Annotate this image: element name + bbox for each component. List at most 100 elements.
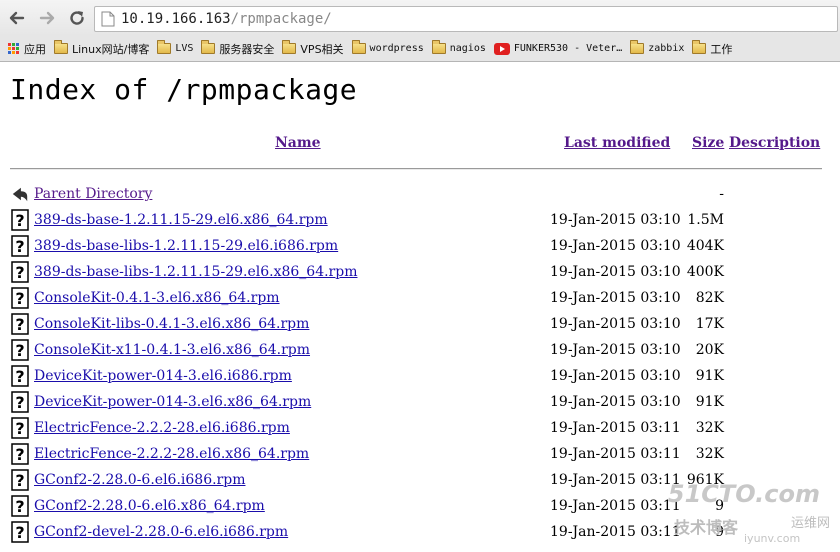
column-header-last-modified[interactable]: Last modified: [564, 135, 670, 151]
file-modified: 19-Jan-2015 03:11: [550, 472, 681, 488]
forward-button[interactable]: [34, 5, 60, 31]
file-size: 1.5M: [687, 212, 724, 228]
forward-arrow-icon: [39, 11, 55, 25]
file-modified: 19-Jan-2015 03:11: [550, 420, 681, 436]
back-button[interactable]: [4, 5, 30, 31]
bookmark-funker530[interactable]: FUNKER530 - Veter…: [493, 38, 622, 60]
file-link[interactable]: GConf2-2.28.0-6.el6.x86_64.rpm: [34, 498, 265, 514]
folder-icon: [157, 40, 172, 54]
bookmark-lvs[interactable]: LVS: [157, 38, 193, 60]
unknown-file-icon: ?: [11, 443, 29, 465]
watermark-sub: 技术博客: [674, 518, 739, 537]
folder-icon: [201, 40, 216, 54]
folder-icon: [351, 40, 366, 54]
youtube-icon: [493, 42, 510, 55]
watermark: 51CTO.com 技术博客 运维网 iyunv.com: [668, 476, 834, 546]
column-header-name[interactable]: Name: [275, 135, 321, 151]
file-modified: 19-Jan-2015 03:11: [550, 446, 681, 462]
file-size: 91K: [695, 394, 724, 410]
svg-text:?: ?: [15, 315, 24, 334]
table-row: ? ConsoleKit-0.4.1-3.el6.x86_64.rpm 19-Jan…: [0, 287, 840, 311]
apps-icon: [8, 42, 20, 55]
svg-text:?: ?: [15, 393, 24, 412]
bookmark-label: zabbix: [648, 43, 685, 54]
unknown-file-icon: ?: [11, 287, 29, 309]
file-link[interactable]: ElectricFence-2.2.2-28.el6.i686.rpm: [34, 420, 290, 436]
file-modified: 19-Jan-2015 03:10: [550, 290, 681, 306]
file-link[interactable]: 389-ds-base-libs-1.2.11.15-29.el6.i686.r…: [34, 238, 338, 254]
file-modified: 19-Jan-2015 03:10: [550, 238, 681, 254]
file-link[interactable]: GConf2-devel-2.28.0-6.el6.i686.rpm: [34, 524, 288, 540]
file-link[interactable]: GConf2-2.28.0-6.el6.i686.rpm: [34, 472, 245, 488]
bookmark-work[interactable]: 工作: [692, 38, 732, 60]
address-bar[interactable]: 10.19.166.163/rpmpackage/: [94, 6, 838, 32]
url-host: 10.19.166.163: [121, 11, 231, 27]
file-modified: 19-Jan-2015 03:11: [550, 498, 681, 514]
file-size: 91K: [695, 368, 724, 384]
bookmark-linux[interactable]: Linux网站/博客: [54, 38, 149, 60]
file-link[interactable]: 389-ds-base-libs-1.2.11.15-29.el6.x86_64…: [34, 264, 357, 280]
file-link[interactable]: ElectricFence-2.2.2-28.el6.x86_64.rpm: [34, 446, 309, 462]
back-folder-icon: [12, 187, 28, 202]
folder-icon: [54, 40, 68, 54]
folder-icon: [630, 40, 645, 54]
column-header-description[interactable]: Description: [729, 135, 820, 151]
file-link[interactable]: ConsoleKit-libs-0.4.1-3.el6.x86_64.rpm: [34, 316, 309, 332]
back-arrow-icon: [9, 11, 25, 25]
svg-text:?: ?: [15, 367, 24, 386]
file-link[interactable]: ConsoleKit-0.4.1-3.el6.x86_64.rpm: [34, 290, 280, 306]
reload-button[interactable]: [64, 5, 90, 31]
bookmark-server-security[interactable]: 服务器安全: [201, 38, 274, 60]
bookmark-label: wordpress: [369, 43, 424, 54]
file-link[interactable]: 389-ds-base-1.2.11.15-29.el6.x86_64.rpm: [34, 212, 328, 228]
bookmark-nagios[interactable]: nagios: [431, 38, 486, 60]
unknown-file-icon: ?: [11, 469, 29, 491]
column-header-size[interactable]: Size: [692, 135, 724, 151]
page-icon: [101, 11, 115, 27]
file-link[interactable]: DeviceKit-power-014-3.el6.i686.rpm: [34, 368, 292, 384]
parent-directory-link[interactable]: Parent Directory: [34, 186, 152, 202]
table-row: ? 389-ds-base-libs-1.2.11.15-29.el6.x86_6…: [0, 261, 840, 285]
file-size: 17K: [695, 316, 724, 332]
unknown-file-icon: ?: [11, 495, 29, 517]
svg-text:?: ?: [15, 211, 24, 230]
file-modified: 19-Jan-2015 03:10: [550, 368, 681, 384]
svg-text:?: ?: [15, 341, 24, 360]
file-size: 20K: [695, 342, 724, 358]
folder-icon: [431, 40, 446, 54]
header-divider: [10, 168, 822, 170]
file-size: 32K: [695, 446, 724, 462]
file-link[interactable]: DeviceKit-power-014-3.el6.x86_64.rpm: [34, 394, 311, 410]
bookmark-apps[interactable]: 应用: [8, 38, 46, 60]
table-row: ? 389-ds-base-1.2.11.15-29.el6.x86_64.rpm…: [0, 209, 840, 233]
svg-text:?: ?: [15, 289, 24, 308]
bookmark-wordpress[interactable]: wordpress: [351, 38, 424, 60]
table-row: ? ConsoleKit-libs-0.4.1-3.el6.x86_64.rpm 1…: [0, 313, 840, 337]
table-row-parent: Parent Directory -: [0, 183, 840, 207]
file-size: 32K: [695, 420, 724, 436]
bookmark-vps[interactable]: VPS相关: [282, 38, 344, 60]
unknown-file-icon: ?: [11, 417, 29, 439]
file-size: 400K: [686, 264, 724, 280]
svg-text:?: ?: [15, 237, 24, 256]
bookmark-label: VPS相关: [300, 42, 344, 56]
file-link[interactable]: ConsoleKit-x11-0.4.1-3.el6.x86_64.rpm: [34, 342, 310, 358]
unknown-file-icon: ?: [11, 365, 29, 387]
bookmark-label: nagios: [449, 43, 486, 54]
browser-toolbar: 10.19.166.163/rpmpackage/: [0, 0, 840, 36]
unknown-file-icon: ?: [11, 261, 29, 283]
url-path: /rpmpackage/: [230, 11, 332, 27]
reload-icon: [70, 11, 84, 25]
bookmark-label: 服务器安全: [219, 42, 275, 56]
bookmark-label: 工作: [710, 42, 733, 56]
file-modified: 19-Jan-2015 03:10: [550, 342, 681, 358]
unknown-file-icon: ?: [11, 235, 29, 257]
table-row: ? ConsoleKit-x11-0.4.1-3.el6.x86_64.rpm 19…: [0, 339, 840, 363]
table-row: ? DeviceKit-power-014-3.el6.x86_64.rpm 19-…: [0, 391, 840, 415]
table-row: ? ElectricFence-2.2.2-28.el6.i686.rpm 19-J…: [0, 417, 840, 441]
bookmark-label: Linux网站/博客: [72, 42, 150, 56]
page-title: Index of /rpmpackage: [10, 73, 358, 106]
file-modified: 19-Jan-2015 03:10: [550, 394, 681, 410]
table-row: ? DeviceKit-power-014-3.el6.i686.rpm 19-Ja…: [0, 365, 840, 389]
bookmark-zabbix[interactable]: zabbix: [630, 38, 684, 60]
